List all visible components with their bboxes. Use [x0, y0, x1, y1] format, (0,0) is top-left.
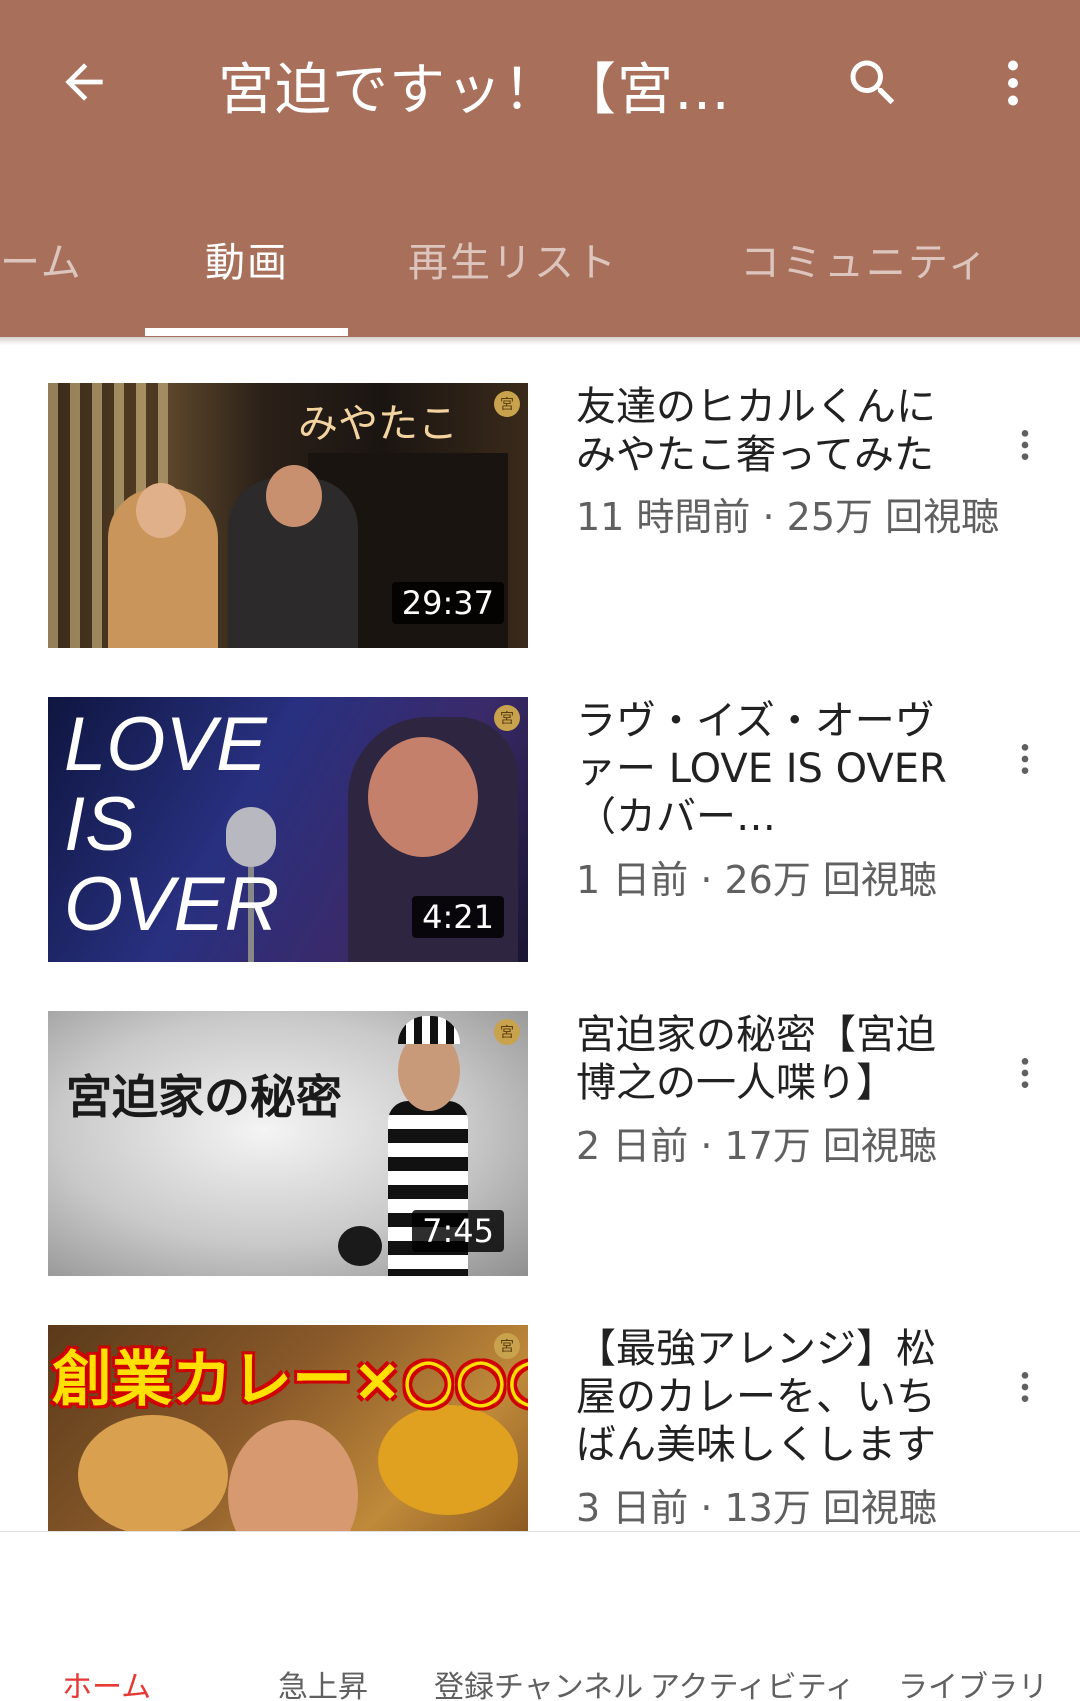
tab-home[interactable]: ーム [0, 230, 83, 288]
video-duration: 7:45 [412, 1210, 504, 1252]
more-vert-icon [1008, 60, 1018, 106]
active-tab-indicator [145, 328, 348, 336]
tab-community[interactable]: コミュニティ [740, 230, 990, 288]
more-options-button[interactable] [980, 50, 1046, 116]
video-duration: 4:21 [412, 896, 504, 938]
video-item[interactable]: LOVE IS OVER 宮 4:21 ラヴ・イズ・オーヴァー LOVE IS … [0, 697, 1080, 962]
channel-badge: 宮 [494, 1019, 520, 1045]
tab-playlists[interactable]: 再生リスト [408, 230, 618, 288]
channel-badge: 宮 [494, 391, 520, 417]
arrow-back-icon [65, 63, 103, 101]
video-title[interactable]: 【最強アレンジ】松屋のカレーを、いちばん美味しくします [576, 1325, 966, 1469]
nav-activity[interactable]: アクティビティ [650, 1662, 855, 1701]
channel-tabs: ーム 動画 再生リスト コミュニティ [0, 210, 1080, 337]
channel-badge: 宮 [494, 705, 520, 731]
nav-subscriptions[interactable]: 登録チャンネル [434, 1662, 643, 1701]
video-meta: 11 時間前 · 25万 回視聴 [576, 495, 1000, 539]
video-more-button[interactable] [1000, 405, 1050, 485]
thumbnail-text: LOVE IS OVER [64, 702, 280, 947]
back-button[interactable] [52, 50, 116, 114]
more-vert-icon [1021, 1372, 1029, 1402]
nav-trending[interactable]: 急上昇 [278, 1662, 368, 1701]
video-meta: 1 日前 · 26万 回視聴 [576, 858, 937, 902]
video-title[interactable]: ラヴ・イズ・オーヴァー LOVE IS OVER（カバー… [576, 697, 966, 841]
video-more-button[interactable] [1000, 1347, 1050, 1427]
video-thumbnail[interactable]: LOVE IS OVER 宮 4:21 [48, 697, 528, 962]
tab-videos[interactable]: 動画 [205, 230, 289, 288]
video-item[interactable]: みやたこ 宮 29:37 友達のヒカルくんにみやたこ奢ってみた 11 時間前 ·… [0, 383, 1080, 648]
video-thumbnail[interactable]: みやたこ 宮 29:37 [48, 383, 528, 648]
thumbnail-text: 創業カレー×○○○ [52, 1345, 528, 1415]
nav-library[interactable]: ライブラリ [898, 1662, 1048, 1701]
video-item[interactable]: 宮迫家の秘密 宮 7:45 宮迫家の秘密【宮迫博之の一人喋り】 2 日前 · 1… [0, 1011, 1080, 1276]
more-vert-icon [1021, 744, 1029, 774]
bottom-navigation: ホーム 急上昇 登録チャンネル アクティビティ ライブラリ [0, 1531, 1080, 1701]
thumbnail-text: 宮迫家の秘密 [66, 1070, 342, 1124]
video-thumbnail[interactable]: 宮迫家の秘密 宮 7:45 [48, 1011, 528, 1276]
search-icon [850, 60, 895, 105]
more-vert-icon [1021, 430, 1029, 460]
more-vert-icon [1021, 1058, 1029, 1088]
nav-home[interactable]: ホーム [62, 1662, 151, 1701]
search-button[interactable] [840, 50, 906, 116]
thumbnail-text: みやたこ [298, 401, 458, 447]
video-more-button[interactable] [1000, 1033, 1050, 1113]
channel-badge: 宮 [494, 1333, 520, 1359]
video-duration: 29:37 [391, 582, 504, 624]
channel-title: 宮迫ですッ！【宮迫… [218, 58, 778, 123]
video-title[interactable]: 宮迫家の秘密【宮迫博之の一人喋り】 [576, 1011, 966, 1107]
video-meta: 3 日前 · 13万 回視聴 [576, 1486, 937, 1530]
header-shadow [0, 337, 1080, 345]
video-meta: 2 日前 · 17万 回視聴 [576, 1124, 937, 1168]
video-more-button[interactable] [1000, 719, 1050, 799]
app-bar: 宮迫ですッ！【宮迫… ーム 動画 再生リスト コミュニティ [0, 0, 1080, 337]
video-title[interactable]: 友達のヒカルくんにみやたこ奢ってみた [576, 383, 966, 479]
